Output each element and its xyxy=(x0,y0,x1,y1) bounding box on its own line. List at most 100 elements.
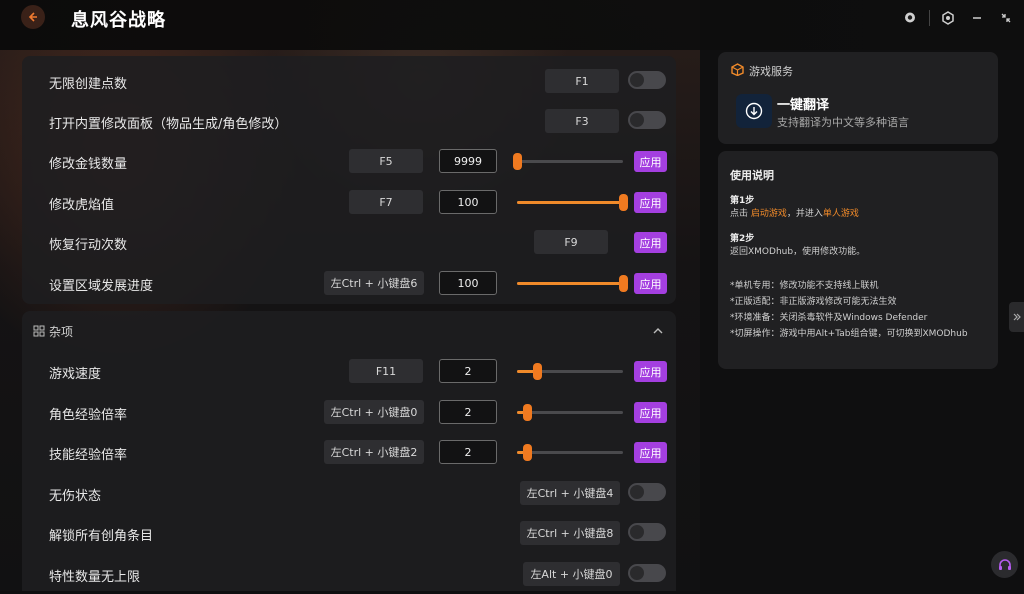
cheat-label: 打开内置修改面板（物品生成/角色修改） xyxy=(49,117,288,132)
cheat-row: 技能经验倍率 左Ctrl + 小键盘2 2 应用 xyxy=(22,432,676,472)
minimize-icon xyxy=(973,17,981,19)
hotkey-button[interactable]: F9 xyxy=(534,230,608,254)
hotkey-button[interactable]: 左Ctrl + 小键盘0 xyxy=(324,400,424,424)
game-services-card: 游戏服务 一键翻译 支持翻译为中文等多种语言 xyxy=(718,52,998,144)
hotkey-button[interactable]: F3 xyxy=(545,109,619,133)
cheat-label: 无伤状态 xyxy=(49,489,102,504)
value-slider[interactable] xyxy=(517,444,623,461)
cheat-row: 设置区域发展进度 左Ctrl + 小键盘6 100 应用 xyxy=(22,263,676,303)
value-slider[interactable] xyxy=(517,275,628,292)
cheat-label: 恢复行动次数 xyxy=(49,238,128,253)
single-player-link[interactable]: 单人游戏 xyxy=(823,209,859,219)
cheat-label: 修改金钱数量 xyxy=(49,157,128,172)
value-slider[interactable] xyxy=(513,153,623,170)
cheat-label: 无限创建点数 xyxy=(49,77,128,92)
cheat-label: 修改虎焰值 xyxy=(49,198,115,213)
slider-thumb[interactable] xyxy=(619,194,628,211)
apply-button[interactable]: 应用 xyxy=(634,361,667,382)
cheat-toggle[interactable] xyxy=(628,71,666,89)
step1-prefix: 点击 xyxy=(730,209,751,219)
cheat-label: 角色经验倍率 xyxy=(49,408,128,423)
section-header[interactable]: 杂项 xyxy=(22,311,676,351)
toggle-knob xyxy=(630,566,644,580)
close-button[interactable] xyxy=(998,10,1014,26)
usage-note: *环境准备：关闭杀毒软件及Windows Defender xyxy=(730,313,928,323)
cheat-row: 解锁所有创角条目 左Ctrl + 小键盘8 xyxy=(22,513,676,553)
slider-thumb[interactable] xyxy=(522,404,532,421)
value-input[interactable]: 2 xyxy=(439,400,497,424)
translate-button[interactable] xyxy=(736,94,772,128)
value-input[interactable]: 9999 xyxy=(439,149,497,173)
minimize-button[interactable] xyxy=(969,10,985,26)
cheat-toggle[interactable] xyxy=(628,523,666,541)
settings-button[interactable] xyxy=(940,10,956,26)
apply-button[interactable]: 应用 xyxy=(634,402,667,423)
hotkey-button[interactable]: 左Ctrl + 小键盘4 xyxy=(520,481,620,505)
grid-icon xyxy=(33,325,45,337)
hotkey-button[interactable]: 左Ctrl + 小键盘8 xyxy=(520,521,620,545)
value-slider[interactable] xyxy=(517,194,628,211)
cheat-label: 特性数量无上限 xyxy=(49,570,141,585)
hotkey-button[interactable]: 左Ctrl + 小键盘6 xyxy=(324,271,424,295)
section-title: 杂项 xyxy=(49,325,74,339)
hotkey-button[interactable]: F11 xyxy=(349,359,423,383)
translate-title[interactable]: 一键翻译 xyxy=(777,94,829,113)
usage-note: *切屏操作：游戏中用Alt+Tab组合键，可切换到XMODhub xyxy=(730,329,968,339)
toggle-knob xyxy=(630,525,644,539)
usage-card: 使用说明 第1步 点击 启动游戏，并进入单人游戏 第2步 返回XMODhub，使… xyxy=(718,151,998,369)
double-chevron-right-icon xyxy=(1013,313,1021,321)
apply-button[interactable]: 应用 xyxy=(634,192,667,213)
arrow-left-icon xyxy=(28,12,37,22)
gear-icon xyxy=(942,11,954,25)
step2-title: 第2步 xyxy=(730,234,755,244)
value-input[interactable]: 2 xyxy=(439,440,497,464)
app-title: 息风谷战略 xyxy=(71,10,166,31)
services-title: 游戏服务 xyxy=(749,65,793,78)
slider-thumb[interactable] xyxy=(533,363,543,380)
value-input[interactable]: 100 xyxy=(439,271,497,295)
slider-thumb[interactable] xyxy=(619,275,628,292)
apply-button[interactable]: 应用 xyxy=(634,442,667,463)
cheat-label: 技能经验倍率 xyxy=(49,448,128,463)
launch-game-link[interactable]: 启动游戏 xyxy=(751,209,787,219)
chevron-up-icon[interactable] xyxy=(652,325,664,337)
cheat-row: 特性数量无上限 左Alt + 小键盘0 xyxy=(22,554,676,594)
hotkey-button[interactable]: 左Ctrl + 小键盘2 xyxy=(324,440,424,464)
expand-sidebar-button[interactable] xyxy=(1009,302,1024,332)
cheat-toggle[interactable] xyxy=(628,111,666,129)
download-icon xyxy=(745,102,763,120)
cheat-label: 设置区域发展进度 xyxy=(49,279,154,294)
cheat-toggle[interactable] xyxy=(628,564,666,582)
apply-button[interactable]: 应用 xyxy=(634,151,667,172)
cheat-row: 无伤状态 左Ctrl + 小键盘4 xyxy=(22,473,676,513)
step1-middle: ，并进入 xyxy=(786,209,823,219)
hotkey-button[interactable]: 左Alt + 小键盘0 xyxy=(523,562,620,586)
value-input[interactable]: 100 xyxy=(439,190,497,214)
cheat-section-misc: 杂项 游戏速度 F11 2 应用 角色经验倍率 左Ctrl + 小键盘0 2 应… xyxy=(22,311,676,591)
apply-button[interactable]: 应用 xyxy=(634,273,667,294)
notification-button[interactable] xyxy=(902,10,918,26)
cheat-row: 游戏速度 F11 2 应用 xyxy=(22,351,676,391)
value-slider[interactable] xyxy=(517,404,623,421)
value-slider[interactable] xyxy=(517,363,623,380)
translate-description: 支持翻译为中文等多种语言 xyxy=(777,116,909,129)
cheat-row: 修改金钱数量 F5 9999 应用 xyxy=(22,141,676,181)
apply-button[interactable]: 应用 xyxy=(634,232,667,253)
hotkey-button[interactable]: F5 xyxy=(349,149,423,173)
hotkey-button[interactable]: F1 xyxy=(545,69,619,93)
toggle-knob xyxy=(630,113,644,127)
back-button[interactable] xyxy=(21,5,45,29)
hotkey-button[interactable]: F7 xyxy=(349,190,423,214)
support-button[interactable] xyxy=(991,551,1018,578)
cheat-row: 打开内置修改面板（物品生成/角色修改） F3 xyxy=(22,101,676,141)
slider-fill xyxy=(517,201,623,204)
slider-thumb[interactable] xyxy=(513,153,522,170)
headset-icon xyxy=(998,558,1011,570)
cheat-section-main: 无限创建点数 F1 打开内置修改面板（物品生成/角色修改） F3 修改金钱数量 … xyxy=(22,56,676,304)
title-bar: 息风谷战略 xyxy=(0,0,1024,50)
slider-thumb[interactable] xyxy=(522,444,532,461)
cheat-toggle[interactable] xyxy=(628,483,666,501)
usage-note: *正版适配：非正版游戏修改可能无法生效 xyxy=(730,297,897,307)
cheat-label: 解锁所有创角条目 xyxy=(49,529,154,544)
value-input[interactable]: 2 xyxy=(439,359,497,383)
